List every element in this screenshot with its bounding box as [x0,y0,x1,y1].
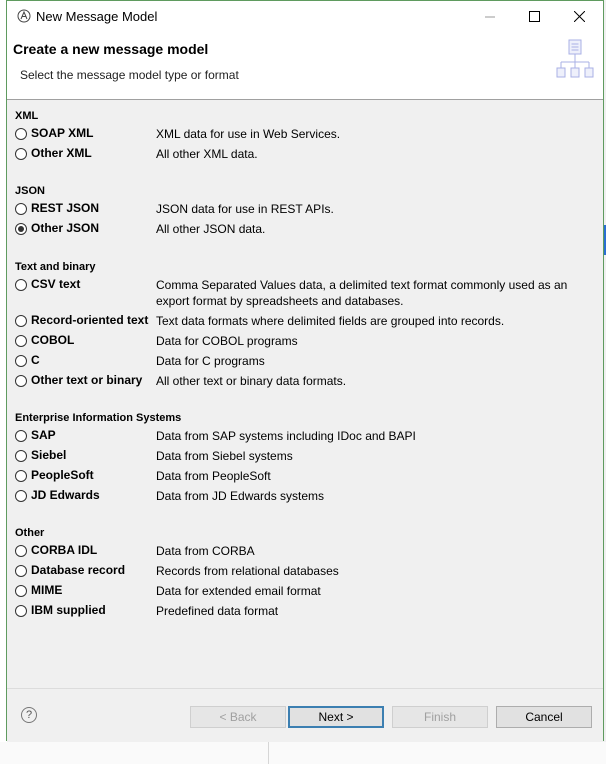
option-description: Predefined data format [156,604,279,618]
close-icon [574,11,585,22]
maximize-button[interactable] [512,1,557,32]
option-peoplesoft[interactable]: PeopleSoft Data from PeopleSoft [15,468,595,486]
option-label: C [31,353,40,367]
radio-button[interactable] [15,315,27,327]
option-description: All other XML data. [156,147,258,161]
option-label: Record-oriented text [31,313,149,327]
radio-button-selected[interactable] [15,223,27,235]
option-description: Data for C programs [156,354,265,368]
radio-button[interactable] [15,565,27,577]
option-description: XML data for use in Web Services. [156,127,341,141]
option-other-json[interactable]: Other JSON All other JSON data. [15,221,595,239]
radio-button[interactable] [15,203,27,215]
option-label: SOAP XML [31,126,94,140]
group-label-xml: XML [15,110,39,122]
option-label: JD Edwards [31,488,100,502]
radio-button[interactable] [15,355,27,367]
option-label: PeopleSoft [31,468,94,482]
option-label: Other text or binary [31,373,143,387]
page-title: Create a new message model [13,41,209,57]
option-other-text-binary[interactable]: Other text or binary All other text or b… [15,373,595,391]
option-label: CORBA IDL [31,543,98,557]
finish-button[interactable]: Finish [392,706,488,728]
option-description: Records from relational databases [156,564,339,578]
option-description: All other JSON data. [156,222,266,236]
option-description: Data from CORBA [156,544,255,558]
group-label-other: Other [15,527,45,539]
radio-button[interactable] [15,430,27,442]
background-divider [268,742,269,764]
radio-button[interactable] [15,128,27,140]
radio-button[interactable] [15,545,27,557]
radio-button[interactable] [15,450,27,462]
group-label-json: JSON [15,185,45,197]
radio-button[interactable] [15,470,27,482]
background-app-bottom [0,742,606,764]
option-description: Data from JD Edwards systems [156,489,325,503]
option-cobol[interactable]: COBOL Data for COBOL programs [15,333,595,351]
close-button[interactable] [557,1,602,32]
option-description: Data for extended email format [156,584,321,598]
help-icon[interactable]: ? [21,707,37,723]
option-label: Other JSON [31,221,100,235]
wizard-header: Create a new message model Select the me… [7,32,603,100]
radio-button[interactable] [15,490,27,502]
maximize-icon [529,11,540,22]
minimize-button[interactable] [467,1,512,32]
group-label-text-binary: Text and binary [15,261,96,273]
option-record-oriented-text[interactable]: Record-oriented text Text data formats w… [15,313,595,331]
radio-button[interactable] [15,375,27,387]
option-label: COBOL [31,333,75,347]
radio-button[interactable] [15,585,27,597]
new-message-model-dialog: New Message Model Create a new message m… [6,0,604,742]
option-description: Data for COBOL programs [156,334,298,348]
page-subtitle: Select the message model type or format [20,68,239,82]
radio-button[interactable] [15,148,27,160]
option-description: Comma Separated Values data, a delimited… [156,278,568,308]
option-corba-idl[interactable]: CORBA IDL Data from CORBA [15,543,595,561]
option-label: CSV text [31,277,81,291]
option-label: Database record [31,563,126,577]
option-jd-edwards[interactable]: JD Edwards Data from JD Edwards systems [15,488,595,506]
window-title: New Message Model [36,9,158,24]
option-mime[interactable]: MIME Data for extended email format [15,583,595,601]
model-type-selection: XML SOAP XML XML data for use in Web Ser… [7,100,603,688]
title-bar[interactable]: New Message Model [7,1,603,32]
button-bar: ? < Back Next > Finish Cancel [7,688,603,742]
radio-button[interactable] [15,335,27,347]
option-description: Data from Siebel systems [156,449,293,463]
option-description: Text data formats where delimited fields… [156,314,505,328]
minimize-icon [484,16,495,17]
option-soap-xml[interactable]: SOAP XML XML data for use in Web Service… [15,126,595,144]
option-description: JSON data for use in REST APIs. [156,202,334,216]
option-database-record[interactable]: Database record Records from relational … [15,563,595,581]
option-rest-json[interactable]: REST JSON JSON data for use in REST APIs… [15,201,595,219]
option-ibm-supplied[interactable]: IBM supplied Predefined data format [15,603,595,621]
option-other-xml[interactable]: Other XML All other XML data. [15,146,595,164]
option-c[interactable]: C Data for C programs [15,353,595,371]
next-button[interactable]: Next > [288,706,384,728]
option-label: MIME [31,583,63,597]
radio-button[interactable] [15,279,27,291]
wizard-banner-icon [556,39,594,78]
option-description: Data from SAP systems including IDoc and… [156,429,416,443]
radio-button[interactable] [15,605,27,617]
back-button[interactable]: < Back [190,706,286,728]
option-label: Siebel [31,448,67,462]
option-description: All other text or binary data formats. [156,374,347,388]
option-label: REST JSON [31,201,100,215]
option-csv-text[interactable]: CSV text Comma Separated Values data, a … [15,277,595,311]
option-description: Data from PeopleSoft [156,469,271,483]
option-label: Other XML [31,146,92,160]
option-label: IBM supplied [31,603,106,617]
group-label-eis: Enterprise Information Systems [15,412,182,424]
option-label: SAP [31,428,56,442]
option-sap[interactable]: SAP Data from SAP systems including IDoc… [15,428,595,446]
option-siebel[interactable]: Siebel Data from Siebel systems [15,448,595,466]
app-icon [17,9,31,23]
cancel-button[interactable]: Cancel [496,706,592,728]
